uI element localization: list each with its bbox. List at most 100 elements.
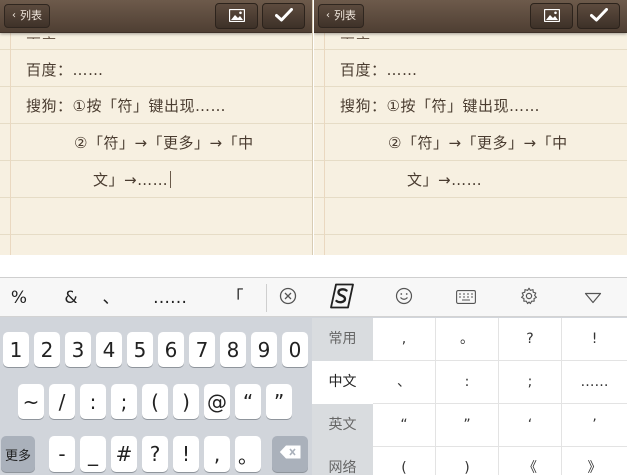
- settings-button[interactable]: [509, 278, 549, 318]
- key[interactable]: -: [49, 436, 75, 472]
- divider: [266, 284, 267, 312]
- key[interactable]: (: [142, 384, 168, 419]
- key[interactable]: “: [235, 384, 261, 419]
- candidate-key[interactable]: &: [56, 278, 86, 318]
- note-line: 百度：……: [26, 61, 104, 79]
- symbol-key[interactable]: ): [436, 447, 499, 475]
- symbol-key[interactable]: (: [373, 447, 436, 475]
- symbol-key[interactable]: ;: [499, 361, 562, 404]
- backspace-button[interactable]: [272, 436, 308, 472]
- back-label: 列表: [20, 9, 42, 22]
- sogou-logo-icon: [329, 283, 355, 313]
- candidate-key[interactable]: 「: [220, 278, 250, 318]
- back-to-list-button[interactable]: ‹ 列表: [318, 4, 364, 28]
- key[interactable]: 6: [158, 332, 184, 367]
- note-line: 百度：……: [340, 61, 418, 79]
- triangle-down-icon: [584, 289, 602, 308]
- candidate-key[interactable]: 、: [96, 278, 126, 318]
- candidate-key[interactable]: ……: [148, 278, 192, 318]
- keyboard-switch-button[interactable]: [446, 278, 486, 318]
- symbol-key[interactable]: ……: [562, 361, 627, 404]
- category-chinese[interactable]: 中文: [312, 361, 373, 404]
- image-icon: [543, 7, 560, 26]
- note-panel-left: ‹ 列表 百度 百度：…… 搜狗：①按「符」键出现…… ②「符」→「更多」→「中…: [0, 0, 313, 255]
- key[interactable]: ;: [111, 384, 137, 419]
- symbol-key[interactable]: 、: [373, 361, 436, 404]
- key[interactable]: ?: [142, 436, 168, 472]
- more-symbols-button[interactable]: 更多: [1, 436, 35, 472]
- category-english[interactable]: 英文: [312, 404, 373, 447]
- key[interactable]: 0: [282, 332, 308, 367]
- insert-image-button[interactable]: [215, 3, 258, 29]
- symbol-key[interactable]: ?: [499, 318, 562, 361]
- text-caret: [170, 171, 172, 188]
- insert-image-button[interactable]: [530, 3, 573, 29]
- key[interactable]: ~: [18, 384, 44, 419]
- symbol-key[interactable]: 《: [499, 447, 562, 475]
- note-toolbar: ‹ 列表: [0, 0, 312, 33]
- image-icon: [228, 7, 245, 26]
- symbol-key[interactable]: ”: [436, 404, 499, 447]
- note-line: 搜狗：①按「符」键出现……: [26, 97, 226, 115]
- symbol-key[interactable]: !: [562, 318, 627, 361]
- symbol-category-list: 常用 中文 英文 网络: [312, 318, 373, 475]
- symbol-key[interactable]: 》: [562, 447, 627, 475]
- gear-icon: [520, 287, 538, 309]
- symbol-key[interactable]: :: [436, 361, 499, 404]
- key[interactable]: :: [80, 384, 106, 419]
- emoji-button[interactable]: [384, 278, 424, 318]
- symbol-grid: , 。 ? ! 、 : ; …… “ ” ‘ ’ ( ) 《 》: [373, 318, 627, 475]
- symbol-key[interactable]: 。: [436, 318, 499, 361]
- note-line: 搜狗：①按「符」键出现……: [340, 97, 540, 115]
- key[interactable]: 5: [127, 332, 153, 367]
- key[interactable]: 4: [96, 332, 122, 367]
- key[interactable]: _: [80, 436, 106, 472]
- symbol-keys: 1 2 3 4 5 6 7 8 9 0 ~ / : ; ( ) @ “ ” 更多…: [0, 318, 312, 475]
- key[interactable]: 3: [65, 332, 91, 367]
- backspace-icon: [279, 445, 301, 463]
- candidate-key[interactable]: %: [4, 278, 34, 318]
- key[interactable]: /: [49, 384, 75, 419]
- back-to-list-button[interactable]: ‹ 列表: [4, 4, 50, 28]
- key[interactable]: !: [173, 436, 199, 472]
- key[interactable]: 8: [220, 332, 246, 367]
- key[interactable]: ): [173, 384, 199, 419]
- candidate-bar: % & 、 …… 「: [0, 277, 627, 317]
- done-button[interactable]: [262, 3, 305, 29]
- category-internet[interactable]: 网络: [312, 447, 373, 475]
- key[interactable]: 7: [189, 332, 215, 367]
- key[interactable]: 2: [34, 332, 60, 367]
- circle-x-icon: [279, 287, 297, 309]
- key[interactable]: 。: [235, 436, 261, 472]
- clear-button[interactable]: [268, 278, 308, 318]
- checkmark-icon: [589, 7, 608, 26]
- key[interactable]: #: [111, 436, 137, 472]
- note-line: ②「符」→「更多」→「中: [388, 134, 568, 152]
- symbol-key[interactable]: ’: [562, 404, 627, 447]
- symbol-key[interactable]: ‘: [499, 404, 562, 447]
- symbol-key[interactable]: ,: [373, 318, 436, 361]
- key[interactable]: 9: [251, 332, 277, 367]
- key[interactable]: ”: [266, 384, 292, 419]
- chevron-left-icon: ‹: [326, 10, 330, 21]
- note-line: ②「符」→「更多」→「中: [74, 134, 254, 152]
- category-common[interactable]: 常用: [312, 318, 373, 361]
- note-line-text: 文」→……: [93, 171, 169, 189]
- note-line-partial: 百度: [26, 33, 66, 39]
- smiley-icon: [395, 287, 413, 309]
- keyboard-icon: [456, 289, 476, 308]
- back-label: 列表: [334, 9, 356, 22]
- key[interactable]: @: [204, 384, 230, 419]
- chevron-left-icon: ‹: [12, 10, 16, 21]
- key[interactable]: ,: [204, 436, 230, 472]
- done-button[interactable]: [577, 3, 620, 29]
- symbol-key[interactable]: “: [373, 404, 436, 447]
- key[interactable]: 1: [3, 332, 29, 367]
- hide-keyboard-button[interactable]: [573, 278, 613, 318]
- sogou-menu-button[interactable]: [322, 278, 362, 318]
- note-line: 文」→……: [407, 171, 483, 189]
- note-line-partial: 百度: [340, 33, 380, 39]
- checkmark-icon: [274, 7, 293, 26]
- note-panel-right: ‹ 列表 百度 百度：…… 搜狗：①按「符」键出现…… ②「符」→「更多」→「中…: [314, 0, 627, 255]
- note-line-with-caret: 文」→……: [93, 169, 172, 190]
